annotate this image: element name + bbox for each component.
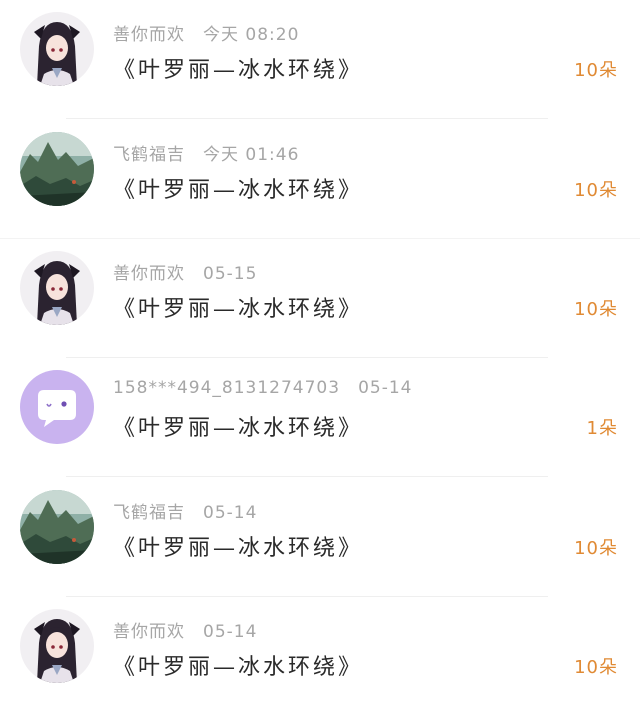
message-meta: 飞鹤福吉 05-14: [113, 498, 257, 524]
message-meta: 飞鹤福吉 今天 01:46: [113, 140, 299, 166]
list-item[interactable]: 善你而欢 05-14 《叶罗丽—冰水环绕》 10朵: [0, 597, 640, 716]
message-meta: 善你而欢 今天 08:20: [113, 20, 299, 46]
timestamp: 今天 08:20: [203, 25, 300, 45]
anime-girl-avatar-icon: [20, 12, 94, 86]
flower-count: 10朵: [574, 538, 618, 559]
flower-count: 10朵: [574, 180, 618, 201]
avatar[interactable]: [20, 12, 94, 86]
timestamp: 05-14: [358, 378, 413, 398]
avatar[interactable]: [20, 251, 94, 325]
work-title[interactable]: 《叶罗丽—冰水环绕》: [113, 530, 363, 562]
default-chat-avatar-icon: [20, 370, 94, 444]
flower-count: 10朵: [574, 657, 618, 678]
message-meta: 善你而欢 05-14: [113, 617, 257, 643]
avatar[interactable]: [20, 490, 94, 564]
work-title[interactable]: 《叶罗丽—冰水环绕》: [113, 649, 363, 681]
message-meta: 158***494_8131274703 05-14: [113, 378, 412, 404]
sender-name[interactable]: 158***494_8131274703: [113, 378, 340, 398]
flower-count: 10朵: [574, 299, 618, 320]
flower-count: 1朵: [586, 418, 618, 439]
list-item[interactable]: 飞鹤福吉 今天 01:46 《叶罗丽—冰水环绕》 10朵: [0, 120, 640, 239]
list-item[interactable]: 善你而欢 今天 08:20 《叶罗丽—冰水环绕》 10朵: [0, 0, 640, 119]
gift-message-list: 善你而欢 今天 08:20 《叶罗丽—冰水环绕》 10朵 飞鹤福吉 今天 01:46…: [0, 0, 640, 689]
work-title[interactable]: 《叶罗丽—冰水环绕》: [113, 410, 363, 442]
anime-girl-avatar-icon: [20, 251, 94, 325]
sender-name[interactable]: 飞鹤福吉: [113, 503, 185, 523]
landscape-avatar-icon: [20, 490, 94, 564]
list-item[interactable]: 飞鹤福吉 05-14 《叶罗丽—冰水环绕》 10朵: [0, 478, 640, 597]
sender-name[interactable]: 善你而欢: [113, 264, 185, 284]
timestamp: 05-14: [203, 622, 258, 642]
sender-name[interactable]: 善你而欢: [113, 25, 185, 45]
work-title[interactable]: 《叶罗丽—冰水环绕》: [113, 291, 363, 323]
message-meta: 善你而欢 05-15: [113, 259, 257, 285]
list-item[interactable]: 善你而欢 05-15 《叶罗丽—冰水环绕》 10朵: [0, 239, 640, 358]
work-title[interactable]: 《叶罗丽—冰水环绕》: [113, 52, 363, 84]
timestamp: 05-14: [203, 503, 258, 523]
timestamp: 05-15: [203, 264, 258, 284]
avatar[interactable]: [20, 370, 94, 444]
divider: [66, 476, 548, 477]
anime-girl-avatar-icon: [20, 609, 94, 683]
avatar[interactable]: [20, 609, 94, 683]
sender-name[interactable]: 飞鹤福吉: [113, 145, 185, 165]
flower-count: 10朵: [574, 60, 618, 81]
avatar[interactable]: [20, 132, 94, 206]
sender-name[interactable]: 善你而欢: [113, 622, 185, 642]
list-item[interactable]: 158***494_8131274703 05-14 《叶罗丽—冰水环绕》 1朵: [0, 358, 640, 477]
divider: [66, 118, 548, 119]
landscape-avatar-icon: [20, 132, 94, 206]
work-title[interactable]: 《叶罗丽—冰水环绕》: [113, 172, 363, 204]
timestamp: 今天 01:46: [203, 145, 300, 165]
